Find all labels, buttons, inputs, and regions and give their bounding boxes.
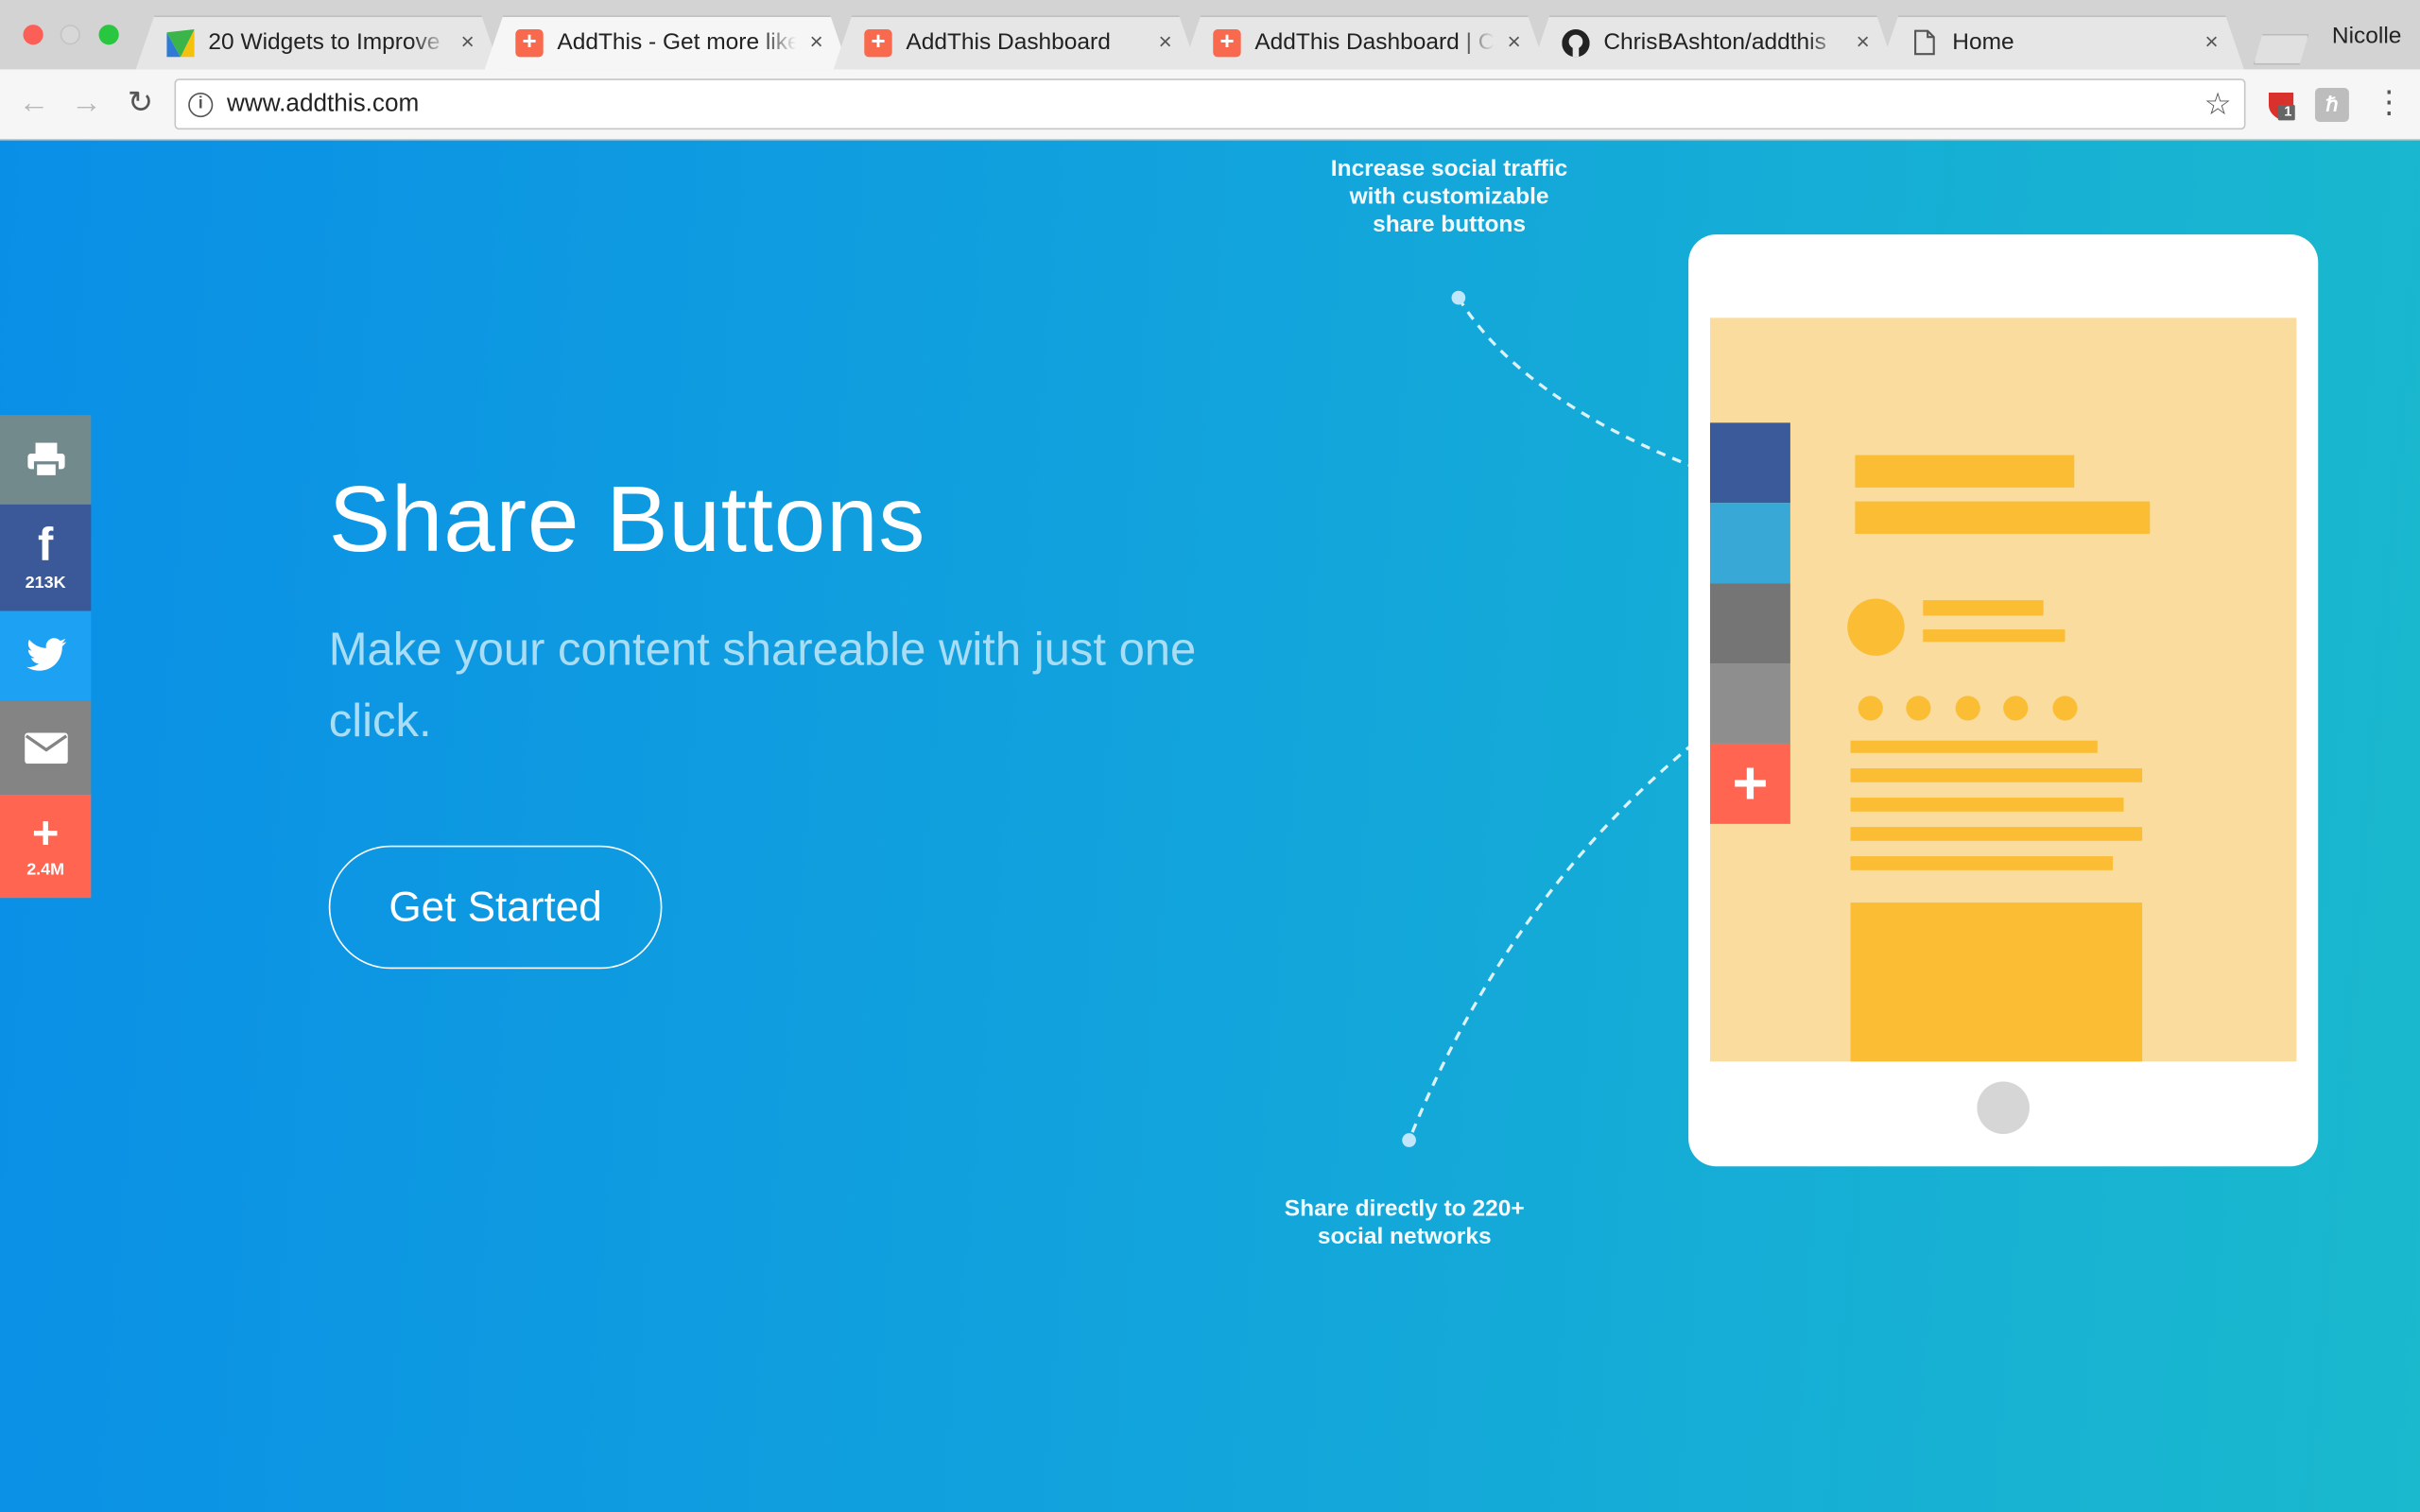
analytics-logo-icon <box>166 28 195 57</box>
browser-tab[interactable]: + AddThis Dashboard × <box>834 15 1198 69</box>
placeholder-avatar <box>1847 598 1905 656</box>
tab-close-icon[interactable]: × <box>2201 29 2222 56</box>
tab-title: AddThis Dashboard <box>906 29 1111 56</box>
reload-icon[interactable]: ↻ <box>122 85 159 122</box>
facebook-share-count: 213K <box>25 574 66 593</box>
tab-title: Home <box>1952 29 2014 56</box>
placeholder-line <box>1850 740 2098 753</box>
page-icon <box>1910 28 1938 56</box>
menu-kebab-icon[interactable]: ⋮ <box>2374 86 2405 120</box>
mini-twitter-block <box>1709 503 1790 584</box>
placeholder-dot <box>1906 696 1931 721</box>
tablet-home-button <box>1977 1081 2030 1134</box>
extension-icon[interactable]: ℏ <box>2314 88 2349 122</box>
github-icon <box>1562 28 1590 57</box>
twitter-share-button[interactable] <box>0 610 92 701</box>
tab-title: 20 Widgets to Improve <box>208 29 441 56</box>
browser-tab[interactable]: + AddThis Dashboard | C × <box>1183 15 1547 69</box>
annotation-customizable-buttons: Increase social traffic with customizabl… <box>1330 155 1568 238</box>
envelope-icon <box>24 731 68 764</box>
mini-email-block <box>1709 663 1790 744</box>
mini-share-bar: + <box>1709 422 1790 824</box>
placeholder-heading <box>1855 455 2075 488</box>
new-tab-button[interactable] <box>2254 34 2309 65</box>
share-sidebar: f 213K + 2.4M <box>0 415 92 899</box>
printer-icon <box>26 442 64 479</box>
back-arrow-icon[interactable]: ← <box>15 85 52 122</box>
get-started-button[interactable]: Get Started <box>328 845 663 970</box>
forward-arrow-icon[interactable]: → <box>68 85 105 122</box>
close-window-button[interactable] <box>23 25 43 45</box>
mini-facebook-block <box>1709 422 1790 504</box>
placeholder-line <box>1850 827 2143 841</box>
browser-tab-strip: 20 Widgets to Improve × + AddThis - Get … <box>0 0 2420 70</box>
browser-tab-active[interactable]: + AddThis - Get more likes × <box>485 15 849 69</box>
address-bar[interactable]: i www.addthis.com ☆ <box>174 78 2246 130</box>
extension-badge: 1 <box>2284 103 2292 119</box>
addthis-plus-icon: + <box>1213 28 1241 57</box>
browser-tab[interactable]: 20 Widgets to Improve × <box>136 15 500 69</box>
bookmark-star-icon[interactable]: ☆ <box>2204 85 2232 124</box>
email-share-button[interactable] <box>0 700 92 795</box>
info-icon[interactable]: i <box>188 92 214 117</box>
facebook-share-button[interactable]: f 213K <box>0 504 92 611</box>
extension-shield-icon[interactable]: 1 <box>2264 88 2298 122</box>
maximize-window-button[interactable] <box>98 25 119 45</box>
hero-title: Share Buttons <box>328 467 926 572</box>
hero-subtitle: Make your content shareable with just on… <box>328 625 1197 747</box>
placeholder-line <box>1923 629 2066 643</box>
facebook-icon: f <box>37 520 54 572</box>
tab-close-icon[interactable]: × <box>1154 29 1176 56</box>
placeholder-line <box>1850 856 2114 870</box>
placeholder-line <box>1850 798 2124 812</box>
placeholder-dot <box>1858 696 1883 721</box>
placeholder-image <box>1850 902 2143 1062</box>
tab-close-icon[interactable]: × <box>457 29 478 56</box>
placeholder-dot <box>2052 696 2078 721</box>
total-share-count: 2.4M <box>26 861 65 880</box>
placeholder-line <box>1850 768 2143 782</box>
tablet-illustration: + <box>1688 234 2319 1167</box>
placeholder-dot <box>2003 696 2029 721</box>
addthis-plus-icon: + <box>515 28 544 57</box>
placeholder-line <box>1923 600 2044 616</box>
browser-toolbar: ← → ↻ i www.addthis.com ☆ 1 ℏ ⋮ <box>0 69 2420 141</box>
browser-tab[interactable]: ChrisBAshton/addthis × <box>1531 15 1895 69</box>
mini-print-block <box>1709 583 1790 664</box>
twitter-bird-icon <box>26 638 66 671</box>
tab-title: ChrisBAshton/addthis <box>1603 29 1826 56</box>
annotation-social-networks: Share directly to 220+ social networks <box>1284 1195 1525 1250</box>
placeholder-dot <box>1955 696 1980 721</box>
tab-title: AddThis Dashboard | C <box>1254 29 1495 56</box>
tab-close-icon[interactable]: × <box>1503 29 1525 56</box>
addthis-plus-icon: + <box>864 28 892 57</box>
minimize-window-button[interactable] <box>60 25 80 45</box>
profile-name[interactable]: Nicolle <box>2332 23 2401 49</box>
address-url[interactable]: www.addthis.com <box>227 91 2204 118</box>
tab-close-icon[interactable]: × <box>805 29 827 56</box>
tab-close-icon[interactable]: × <box>1852 29 1874 56</box>
mini-plus-icon: + <box>1709 743 1790 824</box>
plus-icon: + <box>31 808 60 860</box>
placeholder-heading <box>1855 501 2151 534</box>
more-share-button[interactable]: + 2.4M <box>0 794 92 899</box>
print-share-button[interactable] <box>0 415 92 505</box>
tab-title: AddThis - Get more likes <box>557 29 797 56</box>
browser-tab[interactable]: Home × <box>1880 15 2244 69</box>
page-content: f 213K + 2.4M Share Buttons Make your co… <box>0 140 2420 1512</box>
tablet-screen: + <box>1709 318 2297 1062</box>
